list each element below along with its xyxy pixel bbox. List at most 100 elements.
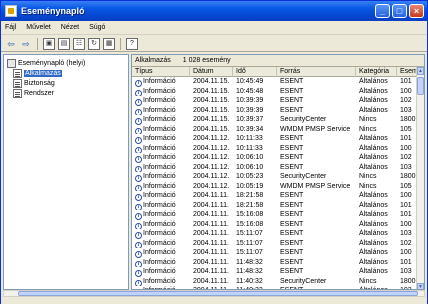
table-row[interactable]: i Információ 2004.11.12. 10:06:10 ESENT Által… — [132, 153, 418, 163]
type-label: Információ — [143, 277, 176, 285]
type-cell: iInformáció — [132, 163, 190, 172]
table-row[interactable]: i Információ 2004.11.15. 10:39:37 SecurityCe… — [132, 115, 418, 125]
scroll-up-arrow-icon[interactable]: ▲ — [417, 67, 424, 75]
type-cell: iInformáció — [132, 248, 190, 258]
date-cell: 2004.11.11. — [193, 239, 229, 247]
event-id-cell: 1800 — [400, 277, 416, 285]
tree-item-security[interactable]: Biztonság — [13, 78, 55, 88]
menu-bar: Fájl Művelet Nézet Súgó — [1, 21, 427, 35]
type-cell: iInformáció — [132, 267, 190, 277]
column-header-source[interactable]: Forrás — [277, 67, 356, 77]
table-row[interactable]: i Információ 2004.11.12. 10:05:19 WMDM PMSP … — [132, 182, 418, 191]
category-cell: Általános — [359, 78, 388, 85]
column-header-time[interactable]: Idő — [233, 67, 277, 77]
back-arrow-icon[interactable]: ⇦ — [5, 38, 17, 50]
category-cell: Általános — [359, 258, 388, 266]
console-tree: Eseménynapló (helyi) Alkalmazás Biztonsá… — [3, 54, 129, 290]
time-cell: 10:05:23 — [236, 173, 264, 180]
time-cell: 10:45:49 — [236, 78, 264, 85]
horizontal-scrollbar[interactable] — [3, 290, 425, 297]
column-header-type[interactable]: Típus — [132, 67, 190, 77]
table-row[interactable]: i Információ 2004.11.11. 18:21:58 ESENT Által… — [132, 191, 418, 201]
table-row[interactable]: i Információ 2004.11.15. 10:39:34 WMDM PMSP … — [132, 125, 418, 134]
type-cell: iInformáció — [132, 210, 190, 220]
category-cell: Általános — [359, 230, 388, 237]
table-row[interactable]: i Információ 2004.11.12. 10:11:33 ESENT Által… — [132, 134, 418, 144]
event-id-cell: 102 — [400, 239, 412, 247]
type-label: Információ — [143, 144, 176, 152]
table-row[interactable]: i Információ 2004.11.11. 15:11:07 ESENT Által… — [132, 229, 418, 239]
vertical-scrollbar[interactable]: ▲ ▼ — [416, 67, 424, 289]
up-folder-icon[interactable]: ▣ — [43, 37, 55, 50]
type-label: Információ — [143, 163, 176, 171]
column-header-date[interactable]: Dátum — [190, 67, 233, 77]
type-label: Információ — [143, 258, 176, 266]
event-id-cell: 101 — [400, 258, 412, 266]
event-id-cell: 103 — [400, 230, 412, 237]
menu-help[interactable]: Súgó — [89, 24, 105, 31]
type-cell: iInformáció — [132, 201, 190, 210]
minimize-button[interactable]: _ — [375, 4, 390, 18]
table-row[interactable]: i Információ 2004.11.11. 11:48:32 ESENT Által… — [132, 267, 418, 277]
title-bar[interactable]: Eseménynapló _ □ × — [1, 1, 427, 21]
table-row[interactable]: i Információ 2004.11.15. 10:39:39 ESENT Által… — [132, 106, 418, 115]
export-icon[interactable]: ▦ — [103, 37, 115, 50]
help-icon[interactable]: ? — [126, 37, 138, 50]
table-row[interactable]: i Információ 2004.11.12. 10:06:10 ESENT Által… — [132, 163, 418, 172]
table-row[interactable]: i Információ 2004.11.12. 10:05:23 SecurityCe… — [132, 172, 418, 182]
tree-root-label: Eseménynapló (helyi) — [18, 59, 86, 67]
log-icon — [13, 68, 22, 78]
table-row[interactable]: i Információ 2004.11.11. 11:40:32 SecurityCe… — [132, 277, 418, 286]
close-button[interactable]: × — [409, 4, 424, 18]
table-row[interactable]: i Információ 2004.11.11. 11:48:32 ESENT Által… — [132, 258, 418, 267]
column-header-event[interactable]: Esem. — [397, 67, 418, 77]
category-cell: Általános — [359, 87, 388, 95]
type-cell: iInformáció — [132, 96, 190, 106]
type-label: Információ — [143, 78, 176, 85]
time-cell: 10:39:39 — [236, 97, 264, 104]
date-cell: 2004.11.12. — [193, 173, 230, 180]
tree-item-system[interactable]: Rendszer — [13, 88, 54, 98]
tree-item-application[interactable]: Alkalmazás — [13, 68, 62, 78]
vertical-scroll-thumb[interactable] — [417, 77, 424, 95]
type-cell: iInformáció — [132, 191, 190, 201]
source-cell: ESENT — [280, 230, 304, 237]
column-header-category[interactable]: Kategória — [356, 67, 397, 77]
log-icon — [13, 78, 22, 88]
time-cell: 18:21:58 — [236, 201, 264, 209]
table-row[interactable]: i Információ 2004.11.15. 10:45:49 ESENT Által… — [132, 77, 418, 87]
time-cell: 10:39:34 — [236, 125, 264, 133]
time-cell: 10:11:33 — [236, 135, 263, 142]
horizontal-scroll-thumb[interactable] — [18, 291, 418, 296]
time-cell: 15:16:08 — [236, 220, 264, 228]
event-id-cell: 101 — [400, 78, 412, 85]
date-cell: 2004.11.11. — [193, 268, 229, 275]
menu-view[interactable]: Nézet — [61, 24, 79, 31]
table-row[interactable]: i Információ 2004.11.11. 15:16:08 ESENT Által… — [132, 210, 418, 220]
forward-arrow-icon[interactable]: ⇨ — [20, 38, 32, 50]
table-row[interactable]: i Információ 2004.11.11. 15:16:08 ESENT Által… — [132, 220, 418, 229]
properties-icon[interactable]: ☷ — [73, 37, 85, 50]
table-row[interactable]: i Információ 2004.11.11. 15:11:07 ESENT Által… — [132, 248, 418, 258]
menu-action[interactable]: Művelet — [26, 24, 51, 31]
table-row[interactable]: i Információ 2004.11.15. 10:45:48 ESENT Által… — [132, 87, 418, 96]
table-row[interactable]: i Információ 2004.11.11. 15:11:07 ESENT Által… — [132, 239, 418, 248]
maximize-button[interactable]: □ — [392, 4, 407, 18]
tree-root[interactable]: Eseménynapló (helyi) — [7, 58, 85, 68]
scroll-down-arrow-icon[interactable]: ▼ — [417, 283, 424, 289]
source-cell: ESENT — [280, 78, 304, 85]
table-row[interactable]: i Információ 2004.11.12. 10:11:33 ESENT Által… — [132, 144, 418, 153]
event-id-cell: 100 — [400, 249, 412, 256]
refresh-icon[interactable]: ↻ — [88, 37, 100, 50]
date-cell: 2004.11.11. — [193, 192, 229, 199]
type-label: Információ — [143, 87, 176, 95]
source-cell: SecurityCenter — [280, 116, 327, 123]
menu-file[interactable]: Fájl — [5, 24, 16, 31]
type-label: Információ — [143, 116, 176, 123]
time-cell: 15:11:07 — [236, 230, 263, 237]
table-row[interactable]: i Információ 2004.11.11. 18:21:58 ESENT Által… — [132, 201, 418, 210]
show-hide-tree-icon[interactable]: ▤ — [58, 37, 70, 50]
event-viewer-app-icon[interactable] — [5, 5, 17, 17]
table-row[interactable]: i Információ 2004.11.15. 10:39:39 ESENT Által… — [132, 96, 418, 106]
source-cell: ESENT — [280, 201, 304, 209]
